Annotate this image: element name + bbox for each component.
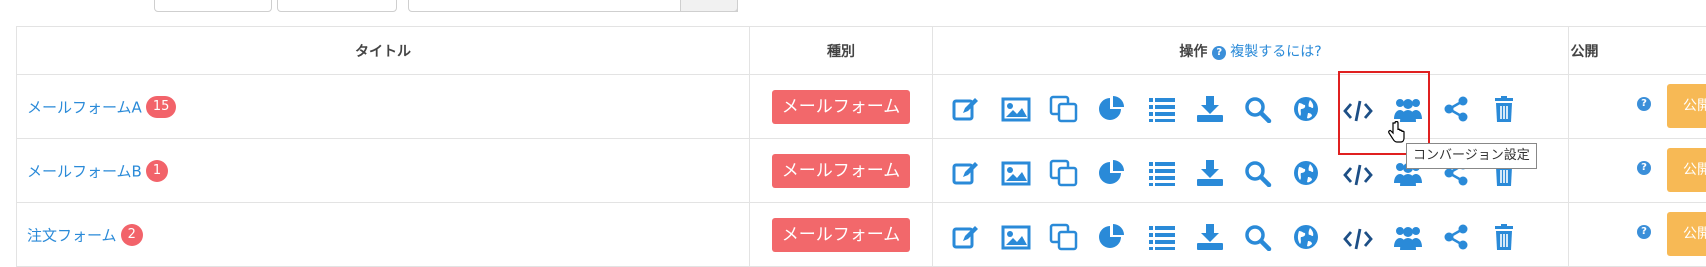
header-type: 種別 <box>750 27 933 75</box>
table-row: 注文フォーム2 メールフォーム? 公開 <box>17 203 1706 267</box>
operations-cell <box>933 203 1569 267</box>
copy-icon[interactable] <box>1049 95 1079 123</box>
count-badge: 1 <box>146 160 168 182</box>
code-icon[interactable] <box>1343 225 1373 253</box>
search-icon[interactable] <box>1243 159 1273 187</box>
publish-help-icon[interactable]: ? <box>1637 225 1651 239</box>
publish-cell: ? 公開 <box>1569 139 1706 203</box>
publish-button[interactable]: 公開 <box>1667 212 1706 256</box>
form-title-link[interactable]: メールフォームB <box>27 162 142 180</box>
publish-cell: ? 公開 <box>1569 203 1706 267</box>
publish-button[interactable]: 公開 <box>1667 148 1706 192</box>
copy-icon[interactable] <box>1049 223 1079 251</box>
title-cell: 注文フォーム2 <box>17 203 750 267</box>
publish-help-icon[interactable]: ? <box>1637 97 1651 111</box>
users-icon[interactable] <box>1393 95 1423 123</box>
tooltip: コンバージョン設定 <box>1406 143 1537 169</box>
share-icon[interactable] <box>1441 223 1471 251</box>
copy-help-link[interactable]: 複製するには? <box>1230 44 1321 60</box>
publish-cell: ? 公開 <box>1569 75 1706 139</box>
type-cell: メールフォーム <box>750 139 933 203</box>
type-cell: メールフォーム <box>750 75 933 139</box>
count-badge: 2 <box>121 224 143 246</box>
list-icon[interactable] <box>1147 95 1177 123</box>
code-icon[interactable] <box>1343 161 1373 189</box>
header-publish-label: 公開 <box>1571 44 1599 60</box>
filter-select-2[interactable] <box>277 0 397 12</box>
image-icon[interactable] <box>1001 95 1031 123</box>
table-header-row: タイトル 種別 操作 ? 複製するには? 公開 <box>17 27 1706 75</box>
pie-chart-icon[interactable] <box>1097 159 1127 187</box>
operations-cell <box>933 75 1569 139</box>
edit-icon[interactable] <box>951 223 981 251</box>
trash-icon[interactable] <box>1489 223 1519 251</box>
table-row: メールフォームA15 メールフォーム? 公開 <box>17 75 1706 139</box>
count-badge: 15 <box>146 96 177 118</box>
pie-chart-icon[interactable] <box>1097 223 1127 251</box>
form-title-link[interactable]: メールフォームA <box>27 98 142 116</box>
title-cell: メールフォームB1 <box>17 139 750 203</box>
hand-cursor-icon <box>1387 121 1407 145</box>
share-icon[interactable] <box>1441 95 1471 123</box>
image-icon[interactable] <box>1001 223 1031 251</box>
pie-chart-icon[interactable] <box>1097 95 1127 123</box>
header-title-label: タイトル <box>355 44 411 60</box>
header-publish: 公開 <box>1569 27 1706 75</box>
search-icon[interactable] <box>1243 223 1273 251</box>
edit-icon[interactable] <box>951 95 981 123</box>
search-button[interactable] <box>680 0 738 12</box>
help-icon[interactable]: ? <box>1212 46 1226 60</box>
form-type-badge: メールフォーム <box>772 218 911 252</box>
publish-button[interactable]: 公開 <box>1667 84 1706 128</box>
code-icon[interactable] <box>1343 97 1373 125</box>
header-ops-label: 操作 <box>1179 44 1207 60</box>
filter-select-1[interactable] <box>154 0 272 12</box>
trash-icon[interactable] <box>1489 95 1519 123</box>
header-type-label: 種別 <box>827 44 855 60</box>
copy-icon[interactable] <box>1049 159 1079 187</box>
download-icon[interactable] <box>1195 95 1225 123</box>
form-title-link[interactable]: 注文フォーム <box>27 226 117 244</box>
globe-icon[interactable] <box>1291 159 1321 187</box>
download-icon[interactable] <box>1195 159 1225 187</box>
search-icon[interactable] <box>1243 95 1273 123</box>
list-icon[interactable] <box>1147 159 1177 187</box>
image-icon[interactable] <box>1001 159 1031 187</box>
download-icon[interactable] <box>1195 223 1225 251</box>
form-type-badge: メールフォーム <box>772 90 911 124</box>
type-cell: メールフォーム <box>750 203 933 267</box>
title-cell: メールフォームA15 <box>17 75 750 139</box>
globe-icon[interactable] <box>1291 95 1321 123</box>
edit-icon[interactable] <box>951 159 981 187</box>
form-type-badge: メールフォーム <box>772 154 911 188</box>
list-icon[interactable] <box>1147 223 1177 251</box>
header-ops: 操作 ? 複製するには? <box>933 27 1569 75</box>
publish-help-icon[interactable]: ? <box>1637 161 1651 175</box>
globe-icon[interactable] <box>1291 223 1321 251</box>
header-title: タイトル <box>17 27 750 75</box>
users-icon[interactable] <box>1393 223 1423 251</box>
